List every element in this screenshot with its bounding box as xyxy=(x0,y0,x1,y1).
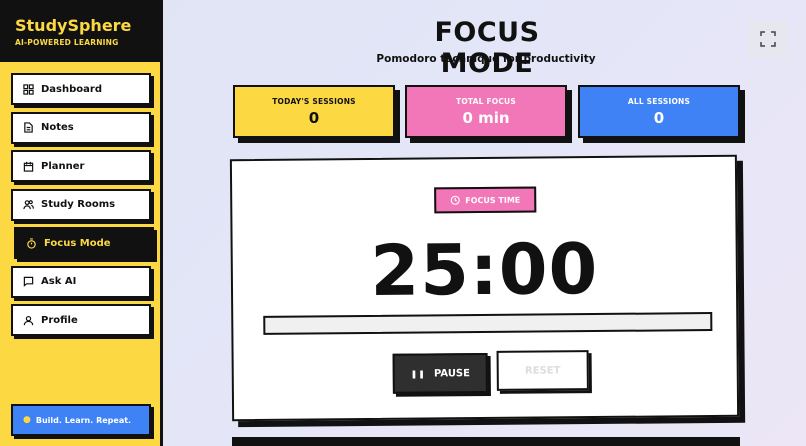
brand: StudySphere AI-POWERED LEARNING xyxy=(0,0,160,62)
sidebar-item-label: Dashboard xyxy=(41,83,102,95)
stat-label: ALL SESSIONS xyxy=(627,97,691,106)
chat-icon xyxy=(23,276,34,287)
lightbulb-icon: ● xyxy=(23,415,31,425)
sidebar-item-label: Study Rooms xyxy=(41,199,116,210)
sidebar-nav: Dashboard Notes Planner Study Rooms Focu… xyxy=(11,73,155,343)
timer-card: FOCUS TIME 25:00 ❚❚ PAUSE RESET xyxy=(229,154,740,422)
brand-subtitle: AI-POWERED LEARNING xyxy=(15,38,119,47)
sidebar-item-label: Planner xyxy=(41,160,85,172)
calendar-icon xyxy=(23,161,34,172)
next-card-edge xyxy=(232,437,740,446)
page-subtitle: Pomodoro technique for productivity xyxy=(376,53,596,65)
stat-todays-sessions: TODAY'S SESSIONS 0 xyxy=(233,85,395,138)
document-icon xyxy=(24,122,33,133)
pause-button[interactable]: ❚❚ PAUSE xyxy=(392,352,488,394)
timer-display: 25:00 xyxy=(370,228,599,312)
sidebar-item-planner[interactable]: Planner xyxy=(11,150,151,182)
sidebar-item-dashboard[interactable]: Dashboard xyxy=(11,73,151,105)
page-title: FOCUS MODE xyxy=(434,17,540,79)
stat-total-focus: TOTAL FOCUS 0 min xyxy=(405,85,567,138)
focus-mode-badge: FOCUS TIME xyxy=(434,186,537,214)
stat-label: TODAY'S SESSIONS xyxy=(272,97,356,106)
stat-value: 0 xyxy=(308,109,320,127)
stat-value: 0 min xyxy=(462,109,510,127)
expand-icon xyxy=(760,31,776,47)
sidebar-item-study-rooms[interactable]: Study Rooms xyxy=(11,188,151,221)
focus-mode-label: FOCUS TIME xyxy=(465,195,521,205)
sidebar-item-label: Profile xyxy=(41,314,78,326)
sidebar: StudySphere AI-POWERED LEARNING Dashboar… xyxy=(0,0,163,446)
stat-all-sessions: ALL SESSIONS 0 xyxy=(578,85,740,138)
sidebar-item-notes[interactable]: Notes xyxy=(11,111,151,144)
reset-label: RESET xyxy=(524,364,561,377)
stat-value: 0 xyxy=(653,109,665,127)
user-icon xyxy=(23,315,34,325)
sidebar-footer-text: Build. Learn. Repeat. xyxy=(35,415,132,425)
brand-title: StudySphere xyxy=(15,16,132,35)
sidebar-footer-badge: ● Build. Learn. Repeat. xyxy=(11,404,151,436)
sidebar-item-label: Focus Mode xyxy=(44,237,111,249)
stat-label: TOTAL FOCUS xyxy=(456,97,516,106)
users-icon xyxy=(23,200,34,210)
timer-icon xyxy=(27,237,36,249)
sidebar-item-focus-mode[interactable]: Focus Mode xyxy=(14,227,154,259)
sidebar-item-label: Notes xyxy=(41,122,74,133)
clock-icon xyxy=(450,195,460,205)
timer-progress-bar xyxy=(263,312,713,335)
sidebar-item-profile[interactable]: Profile xyxy=(11,304,151,336)
reset-button[interactable]: RESET xyxy=(496,350,589,391)
fullscreen-button[interactable] xyxy=(748,20,788,58)
grid-icon xyxy=(23,83,34,95)
pause-label: PAUSE xyxy=(433,367,470,379)
sidebar-item-label: Ask AI xyxy=(41,276,77,287)
sidebar-item-ask-ai[interactable]: Ask AI xyxy=(11,265,151,298)
pause-icon: ❚❚ xyxy=(410,369,426,379)
